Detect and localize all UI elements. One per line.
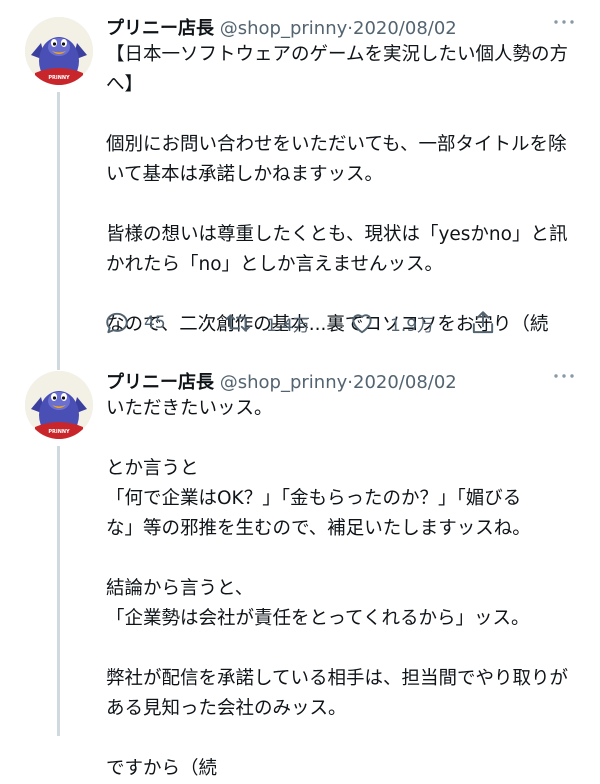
text-line: かれたら「no」としか言えませんッス。 (106, 254, 443, 275)
retweet-button[interactable]: 1.4万 (224, 308, 310, 338)
tweet-2[interactable]: PRINNY プリニー店長 @shop_prinny·2020/08/02 いた… (0, 360, 600, 779)
text-line: ですから（続 (106, 758, 218, 779)
text-line: 弊社が配信を承諾している相手は、担当間でやり取りが (106, 668, 568, 689)
prinny-avatar-icon: PRINNY (25, 17, 93, 85)
thread-line (57, 446, 60, 736)
text-line: 「何で企業はOK？」「金もらったのか？」「媚びる (106, 488, 522, 509)
retweet-icon (225, 314, 251, 332)
like-count: 1.9万 (390, 315, 435, 336)
tweet-1[interactable]: PRINNY プリニー店長 @shop_prinny·2020/08/02 【日… (0, 0, 600, 360)
heart-icon (352, 314, 372, 334)
retweet-count: 1.4万 (266, 315, 311, 336)
text-line: とか言うと (106, 458, 199, 479)
reply-icon (106, 312, 128, 334)
text-line: な」等の邪推を生むので、補足いたしますッスね。 (106, 518, 531, 539)
more-dots-icon[interactable] (553, 366, 575, 384)
text-line: へ】 (106, 74, 144, 95)
prinny-avatar-icon: PRINNY (25, 371, 93, 439)
reply-button[interactable]: 45 (104, 308, 166, 338)
display-name[interactable]: プリニー店長 (106, 18, 214, 39)
avatar[interactable]: PRINNY (25, 371, 93, 439)
avatar[interactable]: PRINNY (25, 17, 93, 85)
text-line: いただきたいッス。 (106, 398, 273, 419)
text-line: 【日本一ソフトウェアのゲームを実況したい個人勢の方 (106, 44, 568, 65)
tweet-actions: 45 1.4万 1.9万 (104, 308, 564, 338)
text-line: 個別にお問い合わせをいただいても、一部タイトルを除 (106, 134, 567, 155)
tweet-text: いただきたいッス。 とか言うと 「何で企業はOK？」「金もらったのか？」「媚びる… (106, 394, 586, 784)
like-button[interactable]: 1.9万 (348, 308, 434, 338)
share-icon (472, 311, 494, 334)
display-name[interactable]: プリニー店長 (106, 372, 214, 393)
tweet-header: プリニー店長 @shop_prinny·2020/08/02 (106, 368, 457, 394)
tweet-date[interactable]: 2020/08/02 (353, 372, 457, 393)
share-button[interactable] (470, 308, 496, 338)
tweet-date[interactable]: 2020/08/02 (353, 18, 457, 39)
thread-line (57, 92, 60, 360)
text-line: 結論から言うと、 (106, 578, 254, 599)
thread-line (57, 360, 60, 370)
text-line: 「企業勢は会社が責任をとってくれるから」ッス。 (106, 608, 530, 629)
user-handle[interactable]: @shop_prinny (220, 18, 348, 39)
reply-count: 45 (144, 313, 166, 333)
text-line: 皆様の想いは尊重したくとも、現状は「yesかno」と訊 (106, 224, 568, 245)
tweet-header: プリニー店長 @shop_prinny·2020/08/02 (106, 14, 457, 40)
avatar-label: PRINNY (48, 429, 70, 435)
avatar-label: PRINNY (48, 75, 70, 81)
tweet-text: 【日本一ソフトウェアのゲームを実況したい個人勢の方 へ】 個別にお問い合わせをい… (106, 40, 586, 340)
text-line: ある見知った会社のみッス。 (106, 698, 347, 719)
text-line: いて基本は承諾しかねますッス。 (106, 164, 383, 185)
user-handle[interactable]: @shop_prinny (220, 372, 348, 393)
more-dots-icon[interactable] (553, 12, 575, 30)
